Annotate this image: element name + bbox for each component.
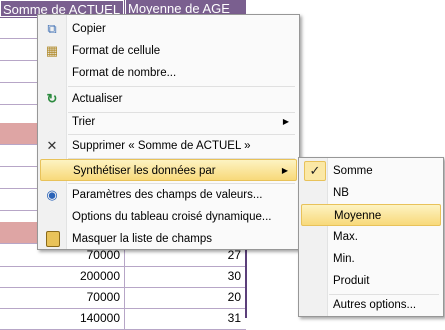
table-row[interactable]: 70000 20: [0, 287, 246, 309]
menu-item-synthetiser[interactable]: Synthétiser les données par ▶: [40, 159, 297, 181]
menu-item-format-cellule[interactable]: ▦ Format de cellule: [40, 40, 297, 62]
menu-item-label: Masquer la liste de champs: [72, 233, 212, 245]
cell-somme-actuel[interactable]: 200000: [0, 266, 125, 287]
menu-item-label: Format de cellule: [72, 45, 161, 57]
menu-item-label: Produit: [333, 275, 370, 287]
menu-item-label: Options du tableau croisé dynamique...: [72, 211, 272, 223]
menu-item-label: Format de nombre...: [72, 67, 177, 79]
menu-item-label: Trier: [72, 116, 96, 128]
menu-item-parametres-champs[interactable]: ◉ Paramètres des champs de valeurs...: [40, 184, 297, 206]
cell-moyenne-age[interactable]: 30: [125, 266, 245, 287]
summarize-submenu: ✓ Somme NB Moyenne Max. Min. Produit Aut…: [298, 157, 444, 317]
field-settings-icon: ◉: [46, 187, 58, 202]
submenu-item-min[interactable]: Min.: [301, 248, 441, 270]
submenu-item-moyenne[interactable]: Moyenne: [301, 204, 441, 226]
menu-item-format-nombre[interactable]: Format de nombre...: [40, 62, 297, 84]
checkmark-icon: ✓: [304, 161, 326, 181]
menu-item-masquer-liste[interactable]: Masquer la liste de champs: [40, 228, 297, 250]
submenu-item-somme[interactable]: ✓ Somme: [301, 160, 441, 182]
cell-moyenne-age[interactable]: 31: [125, 308, 245, 329]
copy-icon: ⧉: [47, 21, 57, 36]
menu-item-label: Moyenne: [334, 210, 382, 222]
refresh-icon: ↻: [46, 91, 58, 106]
menu-item-actualiser[interactable]: ↻ Actualiser: [40, 88, 297, 110]
menu-item-options-tableau[interactable]: Options du tableau croisé dynamique...: [40, 206, 297, 228]
delete-icon: ✕: [46, 138, 58, 153]
menu-item-label: Supprimer « Somme de ACTUEL »: [72, 140, 251, 152]
menu-item-label: Max.: [333, 231, 358, 243]
menu-item-label: Actualiser: [72, 93, 123, 105]
context-menu: ⧉ Copier ▦ Format de cellule Format de n…: [37, 14, 300, 250]
menu-item-label: Copier: [72, 23, 106, 35]
submenu-item-nb[interactable]: NB: [301, 182, 441, 204]
menu-item-trier[interactable]: Trier ▶: [40, 111, 297, 133]
format-cell-icon: ▦: [45, 43, 59, 58]
menu-item-label: Synthétiser les données par: [73, 165, 216, 177]
menu-item-label: Somme: [333, 165, 373, 177]
cell-moyenne-age[interactable]: 20: [125, 287, 245, 308]
table-row[interactable]: 200000 30: [0, 266, 246, 288]
menu-item-label: Min.: [333, 253, 355, 265]
menu-separator: [68, 86, 295, 87]
submenu-item-produit[interactable]: Produit: [301, 270, 441, 292]
menu-item-label: NB: [333, 187, 349, 199]
submenu-item-max[interactable]: Max.: [301, 226, 441, 248]
cell-somme-actuel[interactable]: 70000: [0, 287, 125, 308]
field-list-icon: [46, 231, 60, 247]
submenu-arrow-icon: ▶: [282, 117, 289, 126]
menu-item-copier[interactable]: ⧉ Copier: [40, 18, 297, 40]
menu-item-label: Autres options...: [333, 299, 417, 311]
table-row[interactable]: 140000 31: [0, 308, 246, 330]
cell-somme-actuel[interactable]: 140000: [0, 308, 125, 329]
submenu-arrow-icon: ▶: [281, 166, 288, 175]
menu-item-label: Paramètres des champs de valeurs...: [72, 189, 263, 201]
menu-item-supprimer[interactable]: ✕ Supprimer « Somme de ACTUEL »: [40, 135, 297, 157]
submenu-item-autres-options[interactable]: Autres options...: [301, 294, 441, 316]
